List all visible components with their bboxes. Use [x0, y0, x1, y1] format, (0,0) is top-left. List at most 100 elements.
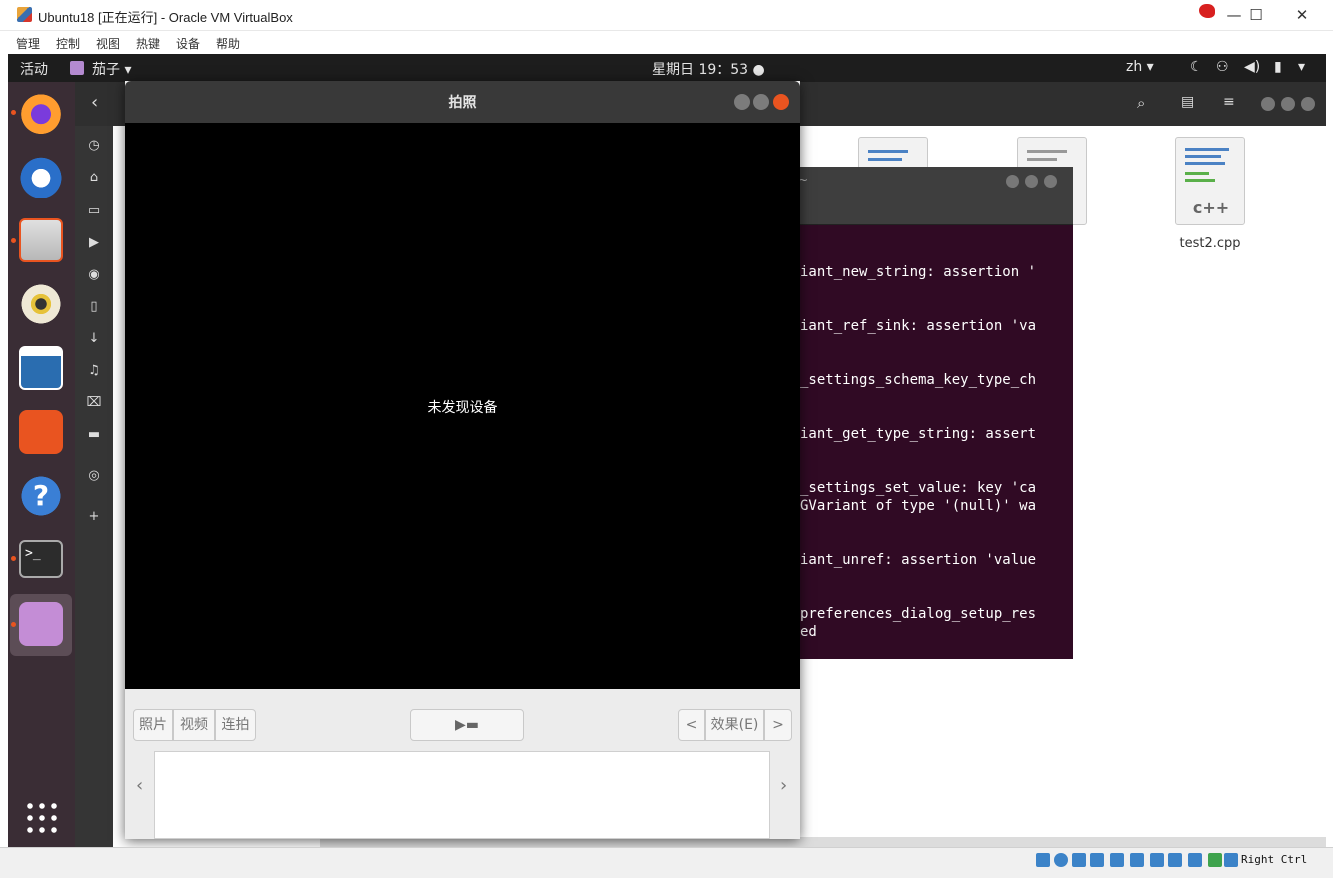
- window-title: Ubuntu18 [正在运行] - Oracle VM VirtualBox: [38, 10, 293, 25]
- effects-next-button[interactable]: >: [764, 709, 792, 741]
- terminal-line: _settings_set_value: key 'ca: [800, 480, 1037, 496]
- view-toggle-icon[interactable]: ▤: [1181, 94, 1194, 110]
- file-label[interactable]: test2.cpp: [1165, 236, 1255, 251]
- firefox-icon[interactable]: [19, 90, 63, 134]
- vbox-titlebar: Ubuntu18 [正在运行] - Oracle VM VirtualBox —…: [0, 0, 1333, 31]
- disc-icon[interactable]: ◎: [86, 468, 102, 484]
- menu-hotkeys[interactable]: 热键: [136, 35, 160, 52]
- network-icon: ⚇: [1216, 59, 1229, 75]
- libreoffice-writer-icon[interactable]: [19, 346, 63, 390]
- terminal-close-icon[interactable]: [1044, 175, 1057, 188]
- music-icon[interactable]: ♫: [86, 363, 102, 379]
- files-maximize-icon[interactable]: [1281, 97, 1295, 111]
- guest-display[interactable]: 活动 茄子 ▾ 星期日 19：53 ● zh ▾ ☾ ⚇ ◀) ▮ ▾ ‹ ⌕ …: [8, 54, 1326, 847]
- night-light-icon: ☾: [1190, 59, 1203, 75]
- terminal-line: iant_get_type_string: assert: [800, 426, 1037, 442]
- cheese-icon[interactable]: [19, 602, 63, 646]
- no-device-message: 未发现设备: [427, 400, 498, 416]
- terminal-line: iant_ref_sink: assertion 'va: [800, 318, 1037, 334]
- cheese-minimize-icon[interactable]: [734, 94, 750, 110]
- effects-button[interactable]: 效果(E): [705, 709, 764, 741]
- menu-manage[interactable]: 管理: [16, 35, 40, 52]
- cheese-app-icon: [70, 61, 84, 75]
- folder-icon[interactable]: ▭: [86, 203, 102, 219]
- files-minimize-icon[interactable]: [1261, 97, 1275, 111]
- cheese-close-icon[interactable]: [773, 94, 789, 110]
- back-icon[interactable]: ‹: [91, 92, 98, 113]
- video-mode-button[interactable]: 视频: [173, 709, 215, 741]
- activities-button[interactable]: 活动: [20, 59, 48, 79]
- ubuntu-dock: ? >_: [8, 82, 75, 847]
- thunderbird-icon[interactable]: [19, 154, 63, 198]
- camera-shutter-icon: ▶▬: [455, 717, 479, 733]
- menu-control[interactable]: 控制: [56, 35, 80, 52]
- effects-prev-button[interactable]: <: [678, 709, 705, 741]
- maximize-button[interactable]: ☐: [1233, 4, 1279, 28]
- burst-mode-button[interactable]: 连拍: [215, 709, 256, 741]
- videos-icon[interactable]: ▶: [86, 235, 102, 251]
- app-menu[interactable]: 茄子 ▾: [92, 59, 131, 79]
- terminal-line: GVariant of type '(null)' wa: [800, 498, 1037, 514]
- terminal-icon[interactable]: >_: [19, 540, 63, 578]
- menu-help[interactable]: 帮助: [216, 35, 240, 52]
- virtualbox-app-icon: [17, 7, 32, 22]
- vbox-menubar: 管理 控制 视图 热键 设备 帮助: [0, 31, 1333, 54]
- audio-icon[interactable]: [1072, 853, 1086, 867]
- thumbnail-strip[interactable]: [154, 751, 770, 839]
- keyboard-icon[interactable]: [1224, 853, 1238, 867]
- take-photo-button[interactable]: ▶▬: [410, 709, 524, 741]
- cpp-file-icon[interactable]: c++: [1175, 137, 1245, 225]
- cheese-maximize-icon[interactable]: [753, 94, 769, 110]
- drive-icon[interactable]: ▬: [86, 427, 102, 443]
- show-apps-icon[interactable]: [24, 800, 58, 834]
- files-icon[interactable]: [19, 218, 63, 262]
- cheese-window[interactable]: 拍照 未发现设备 照片 视频 连拍 ▶▬ < 效果(E) > ‹ ›: [125, 81, 800, 839]
- optical-drive-icon[interactable]: [1054, 853, 1068, 867]
- menu-devices[interactable]: 设备: [176, 35, 200, 52]
- display-icon[interactable]: [1150, 853, 1164, 867]
- pictures-icon[interactable]: ◉: [86, 267, 102, 283]
- thumbnails-next-icon[interactable]: ›: [780, 775, 787, 796]
- terminal-window[interactable]: ~ iant_new_string: assertion ' iant_ref_…: [768, 167, 1073, 659]
- hard-disk-icon[interactable]: [1036, 853, 1050, 867]
- cpu-icon[interactable]: [1188, 853, 1202, 867]
- vbox-statusbar: Right Ctrl: [0, 847, 1333, 878]
- camera-viewfinder: 未发现设备: [125, 123, 800, 689]
- video-capture-icon[interactable]: [1168, 853, 1182, 867]
- terminal-line: iant_new_string: assertion ': [800, 264, 1037, 280]
- menu-view[interactable]: 视图: [96, 35, 120, 52]
- software-center-icon[interactable]: [19, 410, 63, 454]
- terminal-line: ed: [800, 624, 817, 640]
- input-method-indicator[interactable]: zh ▾: [1126, 59, 1154, 75]
- system-menu-icon[interactable]: ▾: [1298, 59, 1305, 75]
- mouse-integration-icon[interactable]: [1208, 853, 1222, 867]
- terminal-minimize-icon[interactable]: [1006, 175, 1019, 188]
- terminal-maximize-icon[interactable]: [1025, 175, 1038, 188]
- usb-icon[interactable]: [1110, 853, 1124, 867]
- host-key-label: Right Ctrl: [1241, 853, 1308, 866]
- home-icon[interactable]: ⌂: [86, 170, 102, 186]
- terminal-headerbar: ~: [768, 167, 1073, 225]
- help-icon[interactable]: ?: [19, 474, 63, 518]
- rhythmbox-icon[interactable]: [19, 282, 63, 326]
- shared-folders-icon[interactable]: [1130, 853, 1144, 867]
- terminal-line: preferences_dialog_setup_res: [800, 606, 1037, 622]
- terminal-line: iant_unref: assertion 'value: [800, 552, 1037, 568]
- files-sidebar: ◷ ⌂ ▭ ▶ ◉ ▯ ↓ ♫ ⌧ ▬ ◎ +: [75, 126, 113, 847]
- network-adapter-icon[interactable]: [1090, 853, 1104, 867]
- photo-mode-button[interactable]: 照片: [133, 709, 173, 741]
- trash-icon[interactable]: ⌧: [86, 395, 102, 411]
- clock[interactable]: 星期日 19：53 ●: [652, 59, 765, 79]
- thumbnails-prev-icon[interactable]: ‹: [136, 775, 143, 796]
- recent-icon[interactable]: ◷: [86, 138, 102, 154]
- terminal-line: _settings_schema_key_type_ch: [800, 372, 1037, 388]
- battery-icon: ▮: [1274, 59, 1282, 75]
- menu-icon[interactable]: ≡: [1223, 94, 1235, 110]
- close-button[interactable]: ✕: [1279, 4, 1325, 28]
- other-locations-icon[interactable]: +: [86, 509, 102, 525]
- documents-icon[interactable]: ▯: [86, 299, 102, 315]
- files-close-icon[interactable]: [1301, 97, 1315, 111]
- downloads-icon[interactable]: ↓: [86, 331, 102, 347]
- search-icon[interactable]: ⌕: [1137, 94, 1145, 112]
- cheese-titlebar: 拍照: [125, 81, 800, 123]
